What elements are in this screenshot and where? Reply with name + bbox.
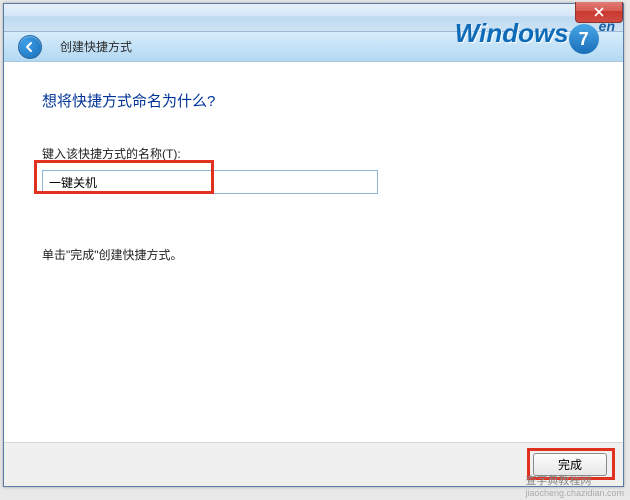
input-label: 键入该快捷方式的名称(T): — [42, 145, 585, 162]
wizard-window: 创建快捷方式 Windows7en 想将快捷方式命名为什么? 键入该快捷方式的名… — [3, 3, 624, 487]
wizard-content: 想将快捷方式命名为什么? 键入该快捷方式的名称(T): 单击"完成"创建快捷方式… — [4, 62, 623, 263]
wizard-header: 创建快捷方式 — [4, 32, 623, 62]
finish-button[interactable]: 完成 — [533, 453, 607, 476]
instruction-text: 单击"完成"创建快捷方式。 — [42, 246, 585, 263]
titlebar — [4, 4, 623, 32]
shortcut-name-input[interactable] — [42, 170, 378, 194]
back-button[interactable] — [18, 35, 42, 59]
back-arrow-icon — [24, 41, 36, 53]
close-button[interactable] — [575, 2, 623, 23]
wizard-footer: 完成 — [4, 442, 623, 486]
input-wrap — [42, 170, 378, 194]
close-icon — [594, 7, 604, 17]
wizard-title: 创建快捷方式 — [60, 38, 132, 55]
wizard-question: 想将快捷方式命名为什么? — [42, 90, 585, 111]
